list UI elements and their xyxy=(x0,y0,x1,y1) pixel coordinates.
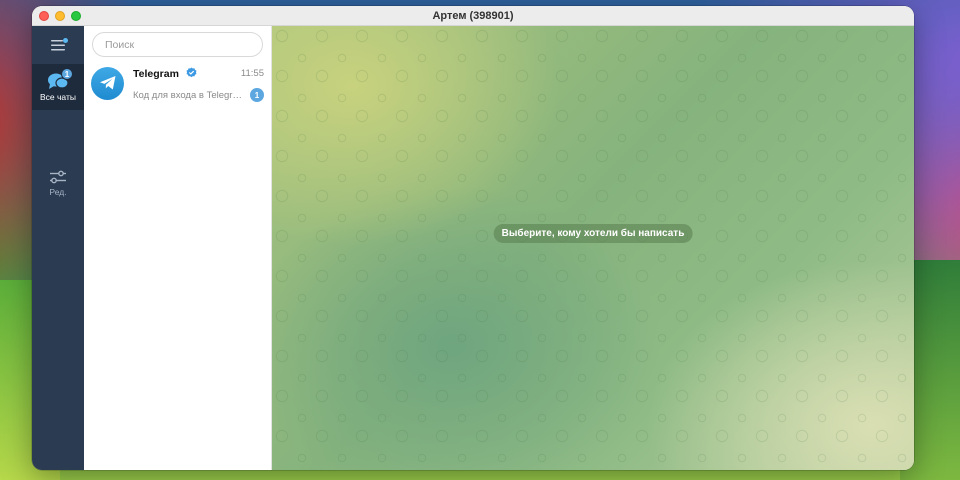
chat-unread-badge: 1 xyxy=(250,88,264,102)
title-bar: Артем (398901) xyxy=(32,6,914,26)
chat-area: Выберите, кому хотели бы написать xyxy=(272,26,914,470)
folders-rail: 1 Все чаты Ред. xyxy=(32,26,84,470)
menu-notification-dot xyxy=(63,38,68,43)
folder-edit-button[interactable]: Ред. xyxy=(32,160,84,206)
close-window-button[interactable] xyxy=(39,11,49,21)
folder-all-chats[interactable]: 1 Все чаты xyxy=(32,64,84,110)
main-menu-button[interactable] xyxy=(32,26,84,64)
folder-unread-badge: 1 xyxy=(61,68,73,80)
avatar xyxy=(91,66,124,100)
chat-background-pattern xyxy=(272,26,914,470)
traffic-lights xyxy=(39,11,81,21)
folder-all-chats-label: Все чаты xyxy=(40,92,76,102)
search-box[interactable] xyxy=(92,32,263,57)
chat-list-panel: Telegram 11:55 Код для входа в Telegram … xyxy=(84,26,272,470)
folder-edit-label: Ред. xyxy=(49,186,67,197)
verified-badge-icon xyxy=(186,67,197,78)
maximize-window-button[interactable] xyxy=(71,11,81,21)
telegram-window: Артем (398901) 1 Все чаты Ред. Поиск Tel… xyxy=(32,6,914,470)
minimize-window-button[interactable] xyxy=(55,11,65,21)
chat-preview: Код для входа в Telegram xyxy=(133,89,245,101)
search-input[interactable] xyxy=(105,38,262,51)
empty-chat-hint: Выберите, кому хотели бы написать xyxy=(493,224,693,243)
sliders-icon xyxy=(50,170,66,183)
telegram-logo-icon xyxy=(99,76,115,90)
chat-time: 11:55 xyxy=(240,67,264,79)
chat-list-item[interactable]: Telegram 11:55 Код для входа в Telegram … xyxy=(84,63,271,103)
window-title: Артем (398901) xyxy=(432,9,514,22)
chat-name: Telegram xyxy=(133,68,179,80)
